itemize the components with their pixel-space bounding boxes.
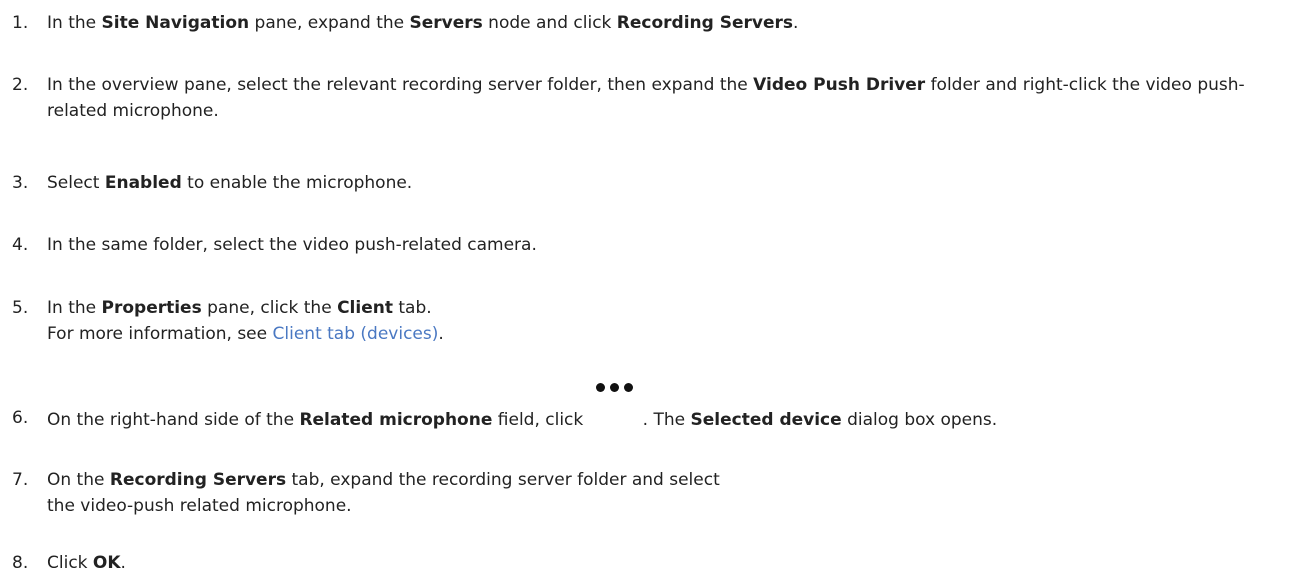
step-number: 1. (12, 13, 29, 33)
step-8: 8. Click OK. (0, 550, 1285, 576)
ui-term: Recording Servers (109, 470, 287, 490)
step-number: 4. (12, 235, 29, 255)
step-2: 2. In the overview pane, select the rele… (0, 72, 1285, 124)
step-text: On the Recording Servers tab, expand the… (47, 470, 720, 516)
step-number: 7. (12, 470, 29, 490)
step-3: 3. Select Enabled to enable the micropho… (0, 170, 1285, 196)
step-number: 6. (12, 408, 29, 428)
step-number: 5. (12, 298, 29, 318)
step-text: In the Properties pane, click the Client… (47, 298, 444, 344)
ui-term: Selected device (690, 410, 842, 430)
ui-term: Recording Servers (616, 13, 794, 33)
ui-term: Enabled (104, 173, 182, 193)
step-4: 4. In the same folder, select the video … (0, 232, 1285, 258)
step-number: 2. (12, 75, 29, 95)
step-text: On the right-hand side of the Related mi… (47, 383, 1285, 433)
client-tab-devices-link[interactable]: Client tab (devices) (273, 324, 439, 344)
step-number: 8. (12, 553, 29, 573)
instruction-steps: 1. In the Site Navigation pane, expand t… (0, 0, 1293, 583)
ui-term: Servers (409, 13, 483, 33)
step-text: In the same folder, select the video pus… (47, 235, 537, 255)
ui-term: OK (92, 553, 121, 573)
step-number: 3. (12, 173, 29, 193)
step-text: Click OK. (47, 553, 126, 573)
ui-term: Site Navigation (101, 13, 250, 33)
more-options-icon (589, 383, 643, 425)
step-text: In the Site Navigation pane, expand the … (47, 13, 799, 33)
step-7: 7. On the Recording Servers tab, expand … (0, 467, 1285, 519)
step-1: 1. In the Site Navigation pane, expand t… (0, 10, 1285, 36)
ui-term: Related microphone (299, 410, 493, 430)
ui-term: Video Push Driver (753, 75, 926, 95)
step-text: In the overview pane, select the relevan… (47, 75, 1245, 121)
step-text: Select Enabled to enable the microphone. (47, 173, 413, 193)
step-6: 6. On the right-hand side of the Related… (0, 383, 1285, 433)
ui-term: Properties (101, 298, 202, 318)
ui-term: Client (337, 298, 393, 318)
step-5: 5. In the Properties pane, click the Cli… (0, 295, 1285, 347)
